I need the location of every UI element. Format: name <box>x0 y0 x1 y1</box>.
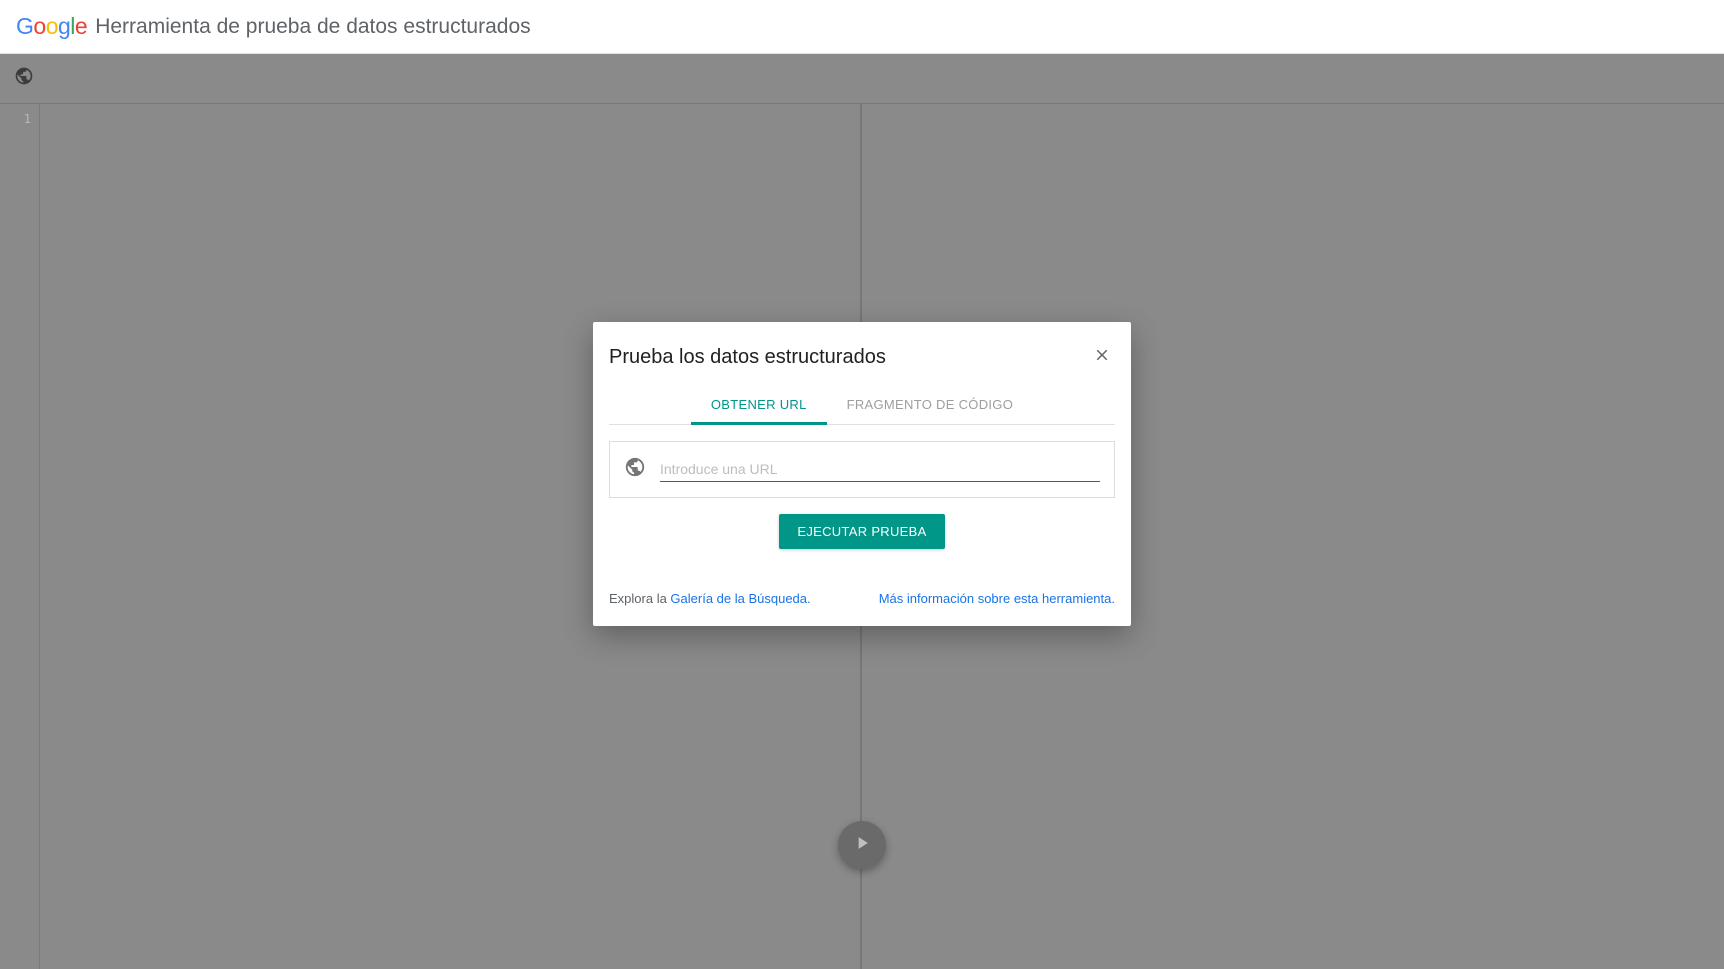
google-logo: Google <box>16 13 87 40</box>
more-info-link[interactable]: Más información sobre esta herramienta. <box>879 591 1115 606</box>
dialog-footer: Explora la Galería de la Búsqueda. Más i… <box>593 573 1131 626</box>
url-input[interactable] <box>660 457 1100 482</box>
app-header: Google Herramienta de prueba de datos es… <box>0 0 1724 54</box>
test-dialog: Prueba los datos estructurados OBTENER U… <box>593 322 1131 626</box>
page-title: Herramienta de prueba de datos estructur… <box>95 15 530 39</box>
run-test-button[interactable]: EJECUTAR PRUEBA <box>779 514 944 549</box>
dialog-title: Prueba los datos estructurados <box>609 346 886 369</box>
close-icon <box>1093 351 1111 368</box>
search-gallery-link[interactable]: Galería de la Búsqueda. <box>670 591 810 606</box>
close-button[interactable] <box>1089 342 1115 373</box>
explore-text: Explora la Galería de la Búsqueda. <box>609 591 811 606</box>
tab-fetch-url[interactable]: OBTENER URL <box>691 387 827 424</box>
modal-overlay: Prueba los datos estructurados OBTENER U… <box>0 54 1724 969</box>
dialog-tabs: OBTENER URL FRAGMENTO DE CÓDIGO <box>609 387 1115 425</box>
url-input-container <box>609 441 1115 498</box>
globe-icon <box>624 456 646 483</box>
tab-code-snippet[interactable]: FRAGMENTO DE CÓDIGO <box>827 387 1034 424</box>
